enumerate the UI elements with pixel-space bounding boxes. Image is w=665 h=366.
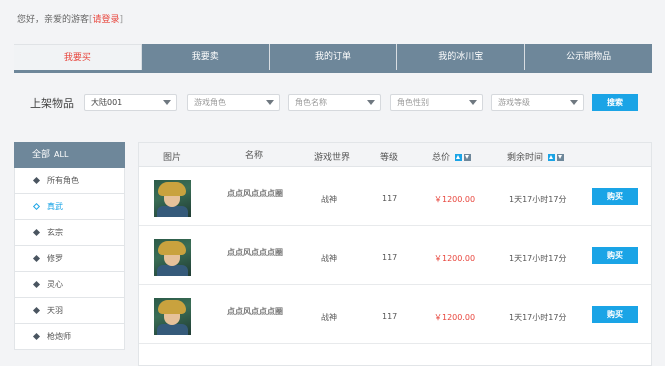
- item-remaining-time: 1天17小时17分: [509, 313, 567, 322]
- header-time: 剩余时间: [507, 153, 544, 163]
- sidebar-item-label: 枪炮师: [47, 332, 71, 341]
- character-name-select[interactable]: 角色名称: [288, 94, 381, 111]
- greeting-bar: 您好，亲爱的游客[请登录]: [17, 12, 123, 25]
- character-avatar: [154, 298, 191, 335]
- buy-button[interactable]: 购买: [592, 188, 638, 205]
- listing-table: 图片 名称 游戏世界 等级 总价 剩余时间 点点风点点点圈 战神 117 ￥12…: [138, 142, 652, 366]
- sort-up-icon[interactable]: [547, 154, 555, 161]
- chevron-down-icon: [570, 100, 578, 105]
- search-button[interactable]: 搜索: [592, 94, 638, 111]
- item-remaining-time: 1天17小时17分: [509, 195, 567, 204]
- header-time-group: 剩余时间: [507, 150, 564, 163]
- chevron-down-icon: [367, 100, 375, 105]
- buy-button[interactable]: 购买: [592, 247, 638, 264]
- character-name-placeholder: 角色名称: [295, 98, 327, 107]
- category-sidebar: 全部 ALL 所有角色 真武 玄宗 修罗 灵心 天羽 枪炮师: [14, 142, 125, 350]
- sort-down-icon[interactable]: [556, 154, 564, 161]
- header-price: 总价: [432, 153, 451, 163]
- character-avatar: [154, 180, 191, 217]
- item-world: 战神: [321, 313, 337, 322]
- sidebar-item-label: 真武: [47, 202, 63, 211]
- gender-select[interactable]: 角色性别: [390, 94, 483, 111]
- sort-up-icon[interactable]: [454, 154, 462, 161]
- item-name[interactable]: 点点风点点点圈: [227, 306, 283, 317]
- sidebar-item-gunner[interactable]: 枪炮师: [14, 324, 125, 350]
- character-avatar: [154, 239, 191, 276]
- chevron-down-icon: [163, 100, 171, 105]
- table-row: 点点风点点点圈 战神 117 ￥1200.00 1天17小时17分 购买: [139, 286, 651, 344]
- sidebar-title: 全部: [32, 150, 51, 160]
- diamond-outline-icon: [32, 202, 41, 211]
- greeting-text: 您好，亲爱的游客: [17, 15, 90, 25]
- role-select[interactable]: 游戏角色: [187, 94, 280, 111]
- sidebar-item-label: 灵心: [47, 280, 63, 289]
- item-price: ￥1200.00: [434, 313, 476, 322]
- table-row: 点点风点点点圈 战神 117 ￥1200.00 1天17小时17分 购买: [139, 168, 651, 226]
- tab-my-orders[interactable]: 我的订单: [268, 44, 397, 70]
- item-name[interactable]: 点点风点点点圈: [227, 188, 283, 199]
- diamond-bullet-icon: [32, 280, 41, 289]
- tab-sell[interactable]: 我要卖: [140, 44, 269, 70]
- tab-buy[interactable]: 我要买: [14, 44, 141, 70]
- header-world: 游戏世界: [314, 153, 351, 163]
- diamond-bullet-icon: [32, 306, 41, 315]
- table-row: 点点风点点点圈 战神 117 ￥1200.00 1天17小时17分 购买: [139, 227, 651, 285]
- item-level: 117: [382, 253, 398, 262]
- tab-my-wallet[interactable]: 我的冰川宝: [396, 44, 525, 70]
- server-select-value: 大陆001: [91, 98, 123, 107]
- diamond-bullet-icon: [32, 228, 41, 237]
- bracket-close: ]: [119, 15, 124, 25]
- item-price: ￥1200.00: [434, 195, 476, 204]
- item-level: 117: [382, 312, 398, 321]
- sidebar-item-all-roles[interactable]: 所有角色: [14, 168, 125, 194]
- sidebar-item-xuanzong[interactable]: 玄宗: [14, 220, 125, 246]
- gender-select-placeholder: 角色性别: [397, 98, 429, 107]
- diamond-bullet-icon: [32, 254, 41, 263]
- item-price: ￥1200.00: [434, 254, 476, 263]
- item-world: 战神: [321, 195, 337, 204]
- header-level: 等级: [380, 153, 399, 163]
- tab-public-items[interactable]: 公示期物品: [524, 44, 652, 70]
- filter-label: 上架物品: [30, 97, 74, 110]
- level-select-placeholder: 游戏等级: [498, 98, 530, 107]
- sidebar-title-en: ALL: [54, 150, 69, 159]
- sidebar-item-label: 天羽: [47, 306, 63, 315]
- sidebar-header[interactable]: 全部 ALL: [14, 142, 125, 168]
- sidebar-item-tianyu[interactable]: 天羽: [14, 298, 125, 324]
- item-remaining-time: 1天17小时17分: [509, 254, 567, 263]
- header-image: 图片: [163, 153, 182, 163]
- server-select[interactable]: 大陆001: [84, 94, 177, 111]
- diamond-bullet-icon: [32, 332, 41, 341]
- sort-down-icon[interactable]: [463, 154, 471, 161]
- item-name[interactable]: 点点风点点点圈: [227, 247, 283, 258]
- sidebar-item-label: 所有角色: [47, 176, 79, 185]
- level-select[interactable]: 游戏等级: [491, 94, 584, 111]
- main-tabs: 我要买 我要卖 我的订单 我的冰川宝 公示期物品: [14, 44, 652, 70]
- item-level: 117: [382, 194, 398, 203]
- item-world: 战神: [321, 254, 337, 263]
- buy-button[interactable]: 购买: [592, 306, 638, 323]
- sidebar-item-lingxin[interactable]: 灵心: [14, 272, 125, 298]
- sidebar-item-xiuluo[interactable]: 修罗: [14, 246, 125, 272]
- sidebar-item-zhenwu[interactable]: 真武: [14, 194, 125, 220]
- tab-underline: [14, 70, 652, 73]
- sidebar-item-label: 玄宗: [47, 228, 63, 237]
- table-header: 图片 名称 游戏世界 等级 总价 剩余时间: [139, 143, 651, 167]
- role-select-placeholder: 游戏角色: [194, 98, 226, 107]
- chevron-down-icon: [469, 100, 477, 105]
- login-link[interactable]: 请登录: [93, 15, 120, 25]
- filter-bar: 上架物品 大陆001 游戏角色 角色名称 角色性别 游戏等级 搜索: [14, 74, 652, 130]
- header-name: 名称: [245, 151, 264, 161]
- diamond-bullet-icon: [32, 176, 41, 185]
- header-price-group: 总价: [432, 150, 471, 163]
- sidebar-item-label: 修罗: [47, 254, 63, 263]
- chevron-down-icon: [266, 100, 274, 105]
